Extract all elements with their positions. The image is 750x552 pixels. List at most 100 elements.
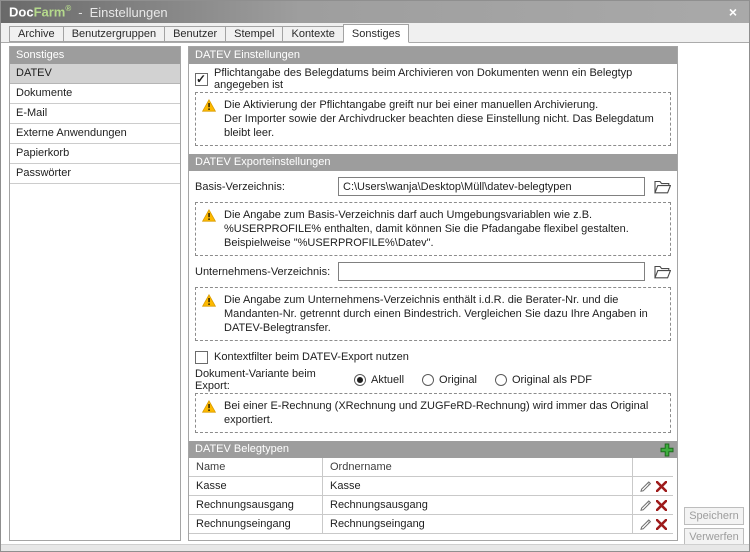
erechnung-warning-box: Bei einer E-Rechnung (XRechnung und ZUGF… bbox=[195, 393, 671, 433]
edit-row-button[interactable] bbox=[639, 499, 652, 512]
sidebar-item-passwoerter[interactable]: Passwörter bbox=[10, 164, 180, 184]
tab-benutzergruppen[interactable]: Benutzergruppen bbox=[62, 26, 166, 42]
tab-benutzer[interactable]: Benutzer bbox=[164, 26, 227, 42]
variant-option-original-pdf[interactable]: Original als PDF bbox=[494, 374, 593, 386]
sidebar-item-email[interactable]: E-Mail bbox=[10, 104, 180, 124]
folder-icon bbox=[654, 180, 671, 193]
variant-label: Dokument-Variante beim Export: bbox=[195, 368, 316, 392]
base-dir-input[interactable] bbox=[338, 177, 645, 196]
radio-icon[interactable] bbox=[354, 374, 366, 386]
warning-line-2: Der Importer sowie der Archivdrucker bea… bbox=[224, 113, 654, 139]
column-header-ordnername[interactable]: Ordnername bbox=[323, 458, 633, 476]
warning-line-2: Beispielweise "%USERPROFILE%\Datev". bbox=[224, 237, 434, 249]
window-bottom-strip bbox=[1, 544, 749, 551]
sidebar-item-externe-anwendungen[interactable]: Externe Anwendungen bbox=[10, 124, 180, 144]
warning-text: Die Angabe zum Basis-Verzeichnis darf au… bbox=[224, 208, 662, 250]
cell-actions bbox=[633, 515, 673, 533]
sidebar: Sonstiges DATEV Dokumente E-Mail Externe… bbox=[9, 46, 181, 541]
section-header-export: DATEV Exporteinstellungen bbox=[189, 154, 677, 171]
edit-row-button[interactable] bbox=[639, 518, 652, 531]
warning-icon bbox=[202, 400, 216, 413]
cell-name: Rechnungseingang bbox=[189, 515, 323, 533]
warning-text: Bei einer E-Rechnung (XRechnung und ZUGF… bbox=[224, 400, 649, 426]
delete-row-button[interactable] bbox=[656, 480, 667, 492]
section-title: DATEV Belegtypen bbox=[195, 443, 289, 455]
save-button[interactable]: Speichern bbox=[684, 507, 744, 525]
delete-row-button[interactable] bbox=[656, 518, 667, 530]
variant-option-label: Aktuell bbox=[371, 374, 405, 386]
settings-window: DocFarm® - Einstellungen × Archive Benut… bbox=[0, 0, 750, 552]
warning-icon bbox=[202, 209, 216, 222]
base-dir-warning-box: Die Angabe zum Basis-Verzeichnis darf au… bbox=[195, 202, 671, 256]
title-separator: - bbox=[78, 4, 83, 20]
cell-ordnername: Kasse bbox=[323, 477, 633, 495]
delete-row-button[interactable] bbox=[656, 499, 667, 511]
cell-ordnername: Rechnungsausgang bbox=[323, 496, 633, 514]
app-logo: DocFarm® bbox=[9, 4, 71, 19]
mandatory-date-row: Pflichtangabe des Belegdatums beim Archi… bbox=[195, 67, 671, 91]
mandatory-date-label: Pflichtangabe des Belegdatums beim Archi… bbox=[214, 67, 633, 91]
add-belegtyp-button[interactable] bbox=[659, 442, 674, 457]
tab-archive[interactable]: Archive bbox=[9, 26, 64, 42]
company-dir-row: Unternehmens-Verzeichnis: bbox=[195, 262, 671, 281]
variant-option-original[interactable]: Original bbox=[422, 374, 477, 386]
pencil-icon bbox=[640, 518, 652, 530]
edit-row-button[interactable] bbox=[639, 480, 652, 493]
radio-icon[interactable] bbox=[422, 374, 435, 386]
table-row-rechnungseingang[interactable]: Rechnungseingang Rechnungseingang bbox=[189, 515, 673, 534]
mandatory-date-checkbox[interactable] bbox=[195, 72, 208, 86]
tab-kontexte[interactable]: Kontexte bbox=[282, 26, 344, 42]
tab-bar: Archive Benutzergruppen Benutzer Stempel… bbox=[1, 23, 749, 43]
cell-actions bbox=[633, 496, 673, 514]
variant-option-aktuell[interactable]: Aktuell bbox=[354, 374, 404, 386]
variant-option-label: Original bbox=[439, 374, 477, 386]
column-header-name[interactable]: Name bbox=[189, 458, 323, 476]
table-row-kasse[interactable]: Kasse Kasse bbox=[189, 477, 673, 496]
folder-icon bbox=[654, 265, 671, 278]
variant-option-label: Original als PDF bbox=[511, 374, 593, 386]
pencil-icon bbox=[640, 499, 652, 511]
warning-line-1: Die Angabe zum Basis-Verzeichnis darf au… bbox=[224, 209, 629, 235]
context-filter-checkbox[interactable] bbox=[195, 350, 208, 364]
sidebar-item-dokumente[interactable]: Dokumente bbox=[10, 84, 180, 104]
archiving-warning-box: Die Aktivierung der Pflichtangabe greift… bbox=[195, 92, 671, 146]
company-dir-input[interactable] bbox=[338, 262, 645, 281]
pencil-icon bbox=[640, 480, 652, 492]
cell-name: Kasse bbox=[189, 477, 323, 495]
company-dir-browse-button[interactable] bbox=[649, 262, 671, 281]
section-header-belegtypen: DATEV Belegtypen bbox=[189, 441, 677, 458]
table-header-row: Name Ordnername bbox=[189, 458, 673, 477]
warning-text: Die Angabe zum Unternehmens-Verzeichnis … bbox=[224, 294, 648, 334]
tab-sonstiges[interactable]: Sonstiges bbox=[342, 24, 410, 43]
warning-line-1: Die Aktivierung der Pflichtangabe greift… bbox=[224, 99, 599, 111]
cell-ordnername: Rechnungseingang bbox=[323, 515, 633, 533]
plus-icon bbox=[660, 443, 673, 456]
context-filter-label: Kontextfilter beim DATEV-Export nutzen bbox=[214, 351, 409, 363]
warning-text: Die Aktivierung der Pflichtangabe greift… bbox=[224, 98, 662, 140]
sidebar-item-papierkorb[interactable]: Papierkorb bbox=[10, 144, 180, 164]
sidebar-item-datev[interactable]: DATEV bbox=[10, 64, 180, 84]
app-name-secondary: Farm bbox=[33, 4, 66, 20]
cell-name: Rechnungsausgang bbox=[189, 496, 323, 514]
sidebar-header: Sonstiges bbox=[10, 47, 180, 64]
title-bar: DocFarm® - Einstellungen × bbox=[1, 1, 749, 23]
app-name-primary: Doc bbox=[9, 4, 34, 20]
page-title: Einstellungen bbox=[89, 4, 168, 20]
delete-x-icon bbox=[656, 499, 667, 511]
warning-icon bbox=[202, 294, 216, 307]
table-row-rechnungsausgang[interactable]: Rechnungsausgang Rechnungsausgang bbox=[189, 496, 673, 515]
delete-x-icon bbox=[656, 518, 667, 530]
company-dir-warning-box: Die Angabe zum Unternehmens-Verzeichnis … bbox=[195, 287, 671, 341]
company-dir-label: Unternehmens-Verzeichnis: bbox=[195, 265, 331, 278]
tab-stempel[interactable]: Stempel bbox=[225, 26, 284, 42]
radio-icon[interactable] bbox=[494, 374, 507, 386]
cell-actions bbox=[633, 477, 673, 495]
base-dir-browse-button[interactable] bbox=[649, 177, 671, 196]
main-panel: DATEV Einstellungen Pflichtangabe des Be… bbox=[188, 46, 678, 541]
close-icon[interactable]: × bbox=[729, 3, 737, 21]
base-dir-label: Basis-Verzeichnis: bbox=[195, 180, 285, 193]
variant-row: Dokument-Variante beim Export: Aktuell O… bbox=[195, 368, 671, 392]
registered-mark: ® bbox=[65, 4, 72, 14]
belegtypen-table: Name Ordnername Kasse Kasse Rechnungsaus… bbox=[189, 458, 673, 534]
variant-radio-group: Aktuell Original Original als PDF bbox=[354, 374, 592, 386]
